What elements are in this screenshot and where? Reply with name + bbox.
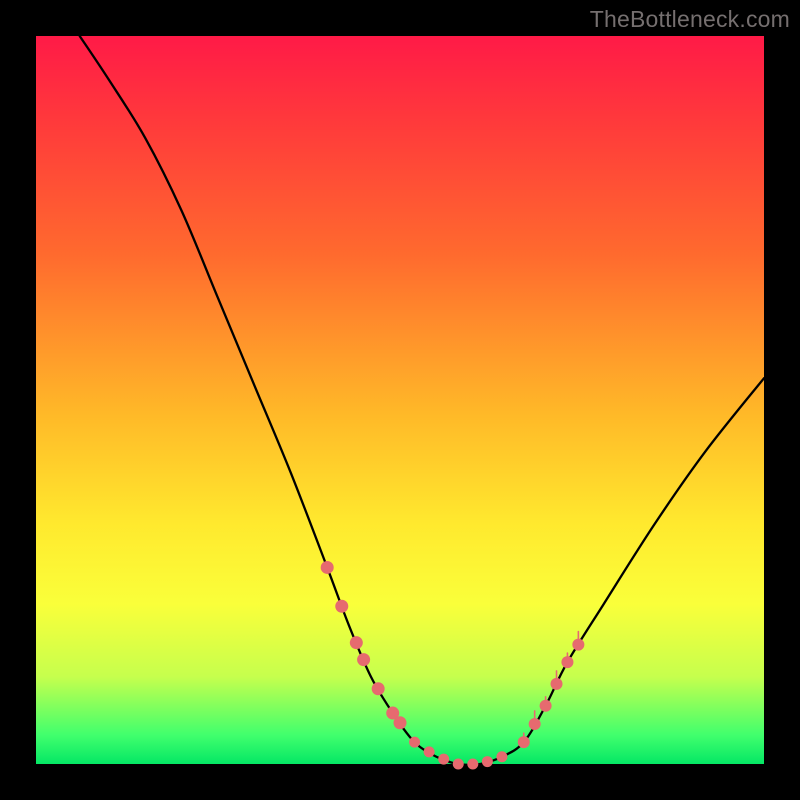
marker-dot (321, 561, 334, 574)
marker-dot (518, 736, 530, 748)
marker-dot (394, 716, 407, 729)
watermark-text: TheBottleneck.com (590, 6, 790, 33)
marker-dot (467, 759, 478, 770)
marker-dot (572, 639, 584, 651)
marker-dot (551, 678, 563, 690)
marker-dot (540, 700, 552, 712)
marker-dot (357, 653, 370, 666)
marker-dot (409, 737, 420, 748)
data-markers (321, 561, 585, 770)
bottleneck-curve (80, 36, 764, 765)
marker-dot (496, 751, 507, 762)
marker-dot (335, 600, 348, 613)
chart-stage: TheBottleneck.com (0, 0, 800, 800)
marker-dot (561, 656, 573, 668)
marker-dot (453, 759, 464, 770)
marker-dot (350, 636, 363, 649)
marker-dot (438, 754, 449, 765)
curve-svg (36, 36, 764, 764)
plot-area (36, 36, 764, 764)
marker-dot (424, 746, 435, 757)
marker-dot (529, 718, 541, 730)
marker-dot (372, 682, 385, 695)
marker-dot (482, 756, 493, 767)
